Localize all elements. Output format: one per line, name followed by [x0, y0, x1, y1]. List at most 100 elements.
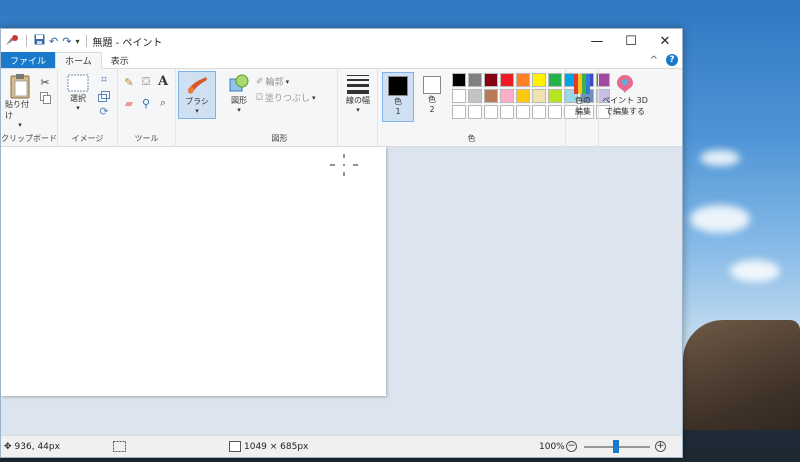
paste-button[interactable]: 貼り付け ▾ [5, 73, 35, 129]
edit-colors-label-2: 編集 [575, 107, 591, 116]
zoom-out-button[interactable]: − [566, 441, 577, 452]
palette-swatch[interactable] [532, 73, 546, 87]
save-icon[interactable] [34, 34, 45, 48]
brush-button[interactable]: ブラシ ▾ [178, 71, 216, 119]
color2-button[interactable]: 色 2 [416, 72, 448, 124]
outline-dropdown-icon: ▾ [285, 77, 290, 86]
tab-view[interactable]: 表示 [102, 52, 138, 68]
customize-qat-icon[interactable]: ▾ [75, 37, 79, 46]
edit-colors-button[interactable]: 色の 編集 [566, 69, 599, 147]
shapes-dropdown-icon: ▾ [237, 106, 241, 114]
separator [26, 35, 27, 47]
custom-color-slot[interactable] [468, 105, 482, 119]
palette-swatch[interactable] [468, 73, 482, 87]
separator [86, 35, 88, 47]
text-tool-icon[interactable]: A [156, 74, 170, 89]
group-label-colors: 色 [467, 134, 476, 143]
group-shapes: 図形 ▾ ✐ 輪郭 ▾ ⛋ 塗りつぶし ▾ 図形 [222, 69, 338, 147]
color-picker-icon[interactable]: ⚲ [139, 96, 153, 110]
shapes-label: 図形 [231, 96, 247, 105]
window-title: 無題 - ペイント [92, 37, 163, 49]
tab-file[interactable]: ファイル [1, 52, 56, 68]
palette-swatch[interactable] [516, 89, 530, 103]
paste-dropdown-icon: ▾ [18, 121, 22, 129]
size-label: 線の幅 [346, 96, 370, 105]
fill-bucket-icon[interactable]: ⛋ [139, 75, 153, 89]
paint3d-button[interactable]: ペイント 3D で編集する [599, 69, 649, 147]
custom-color-slot[interactable] [484, 105, 498, 119]
magnifier-icon[interactable]: ⌕ [156, 96, 170, 110]
zoom-level: 100% [539, 441, 565, 452]
outline-button[interactable]: ✐ 輪郭 ▾ [256, 75, 290, 89]
maximize-button[interactable]: ☐ [614, 29, 648, 53]
ribbon-right-controls: ^ ? [650, 54, 678, 66]
group-label-tools: ツール [134, 134, 159, 143]
pencil-icon[interactable]: ✎ [122, 75, 136, 89]
paint-app-icon[interactable] [5, 34, 19, 49]
drawing-canvas[interactable] [1, 147, 386, 396]
group-image: 選択 ▾ ⌗ ⟳ イメージ [58, 69, 118, 147]
brush-label: ブラシ [185, 97, 209, 106]
close-button[interactable]: ✕ [648, 29, 682, 53]
paint-window: ↶ ↷ ▾ 無題 - ペイント — ☐ ✕ ファイル ホーム 表示 ^ ? 貼り… [0, 28, 683, 458]
status-bar: ✥ 936, 44px 1049 × 685px 100% − + [1, 435, 682, 457]
canvas-size-icon [229, 441, 241, 452]
ribbon: 貼り付け ▾ ✂ クリップボード 選択 ▾ ⌗ ⟳ イメージ ✎ ⛋ A ▰ ⚲… [1, 69, 682, 147]
palette-swatch[interactable] [484, 89, 498, 103]
outline-icon: ✐ [256, 76, 264, 87]
selection-size [113, 441, 126, 452]
palette-swatch[interactable] [452, 73, 466, 87]
custom-color-slot[interactable] [516, 105, 530, 119]
palette-swatch[interactable] [548, 73, 562, 87]
minimize-button[interactable]: — [580, 29, 614, 53]
redo-icon[interactable]: ↷ [62, 35, 71, 48]
undo-icon[interactable]: ↶ [49, 35, 58, 48]
resize-icon[interactable] [97, 89, 111, 103]
fill-icon: ⛋ [256, 92, 263, 103]
color1-swatch [388, 76, 408, 96]
group-label-shapes: 図形 [271, 134, 288, 143]
palette-swatch[interactable] [516, 73, 530, 87]
custom-color-slot[interactable] [532, 105, 546, 119]
paint3d-label-1: ペイント 3D [602, 96, 648, 105]
eraser-icon[interactable]: ▰ [122, 96, 136, 110]
size-button[interactable]: 線の幅 ▾ [338, 69, 378, 147]
custom-color-slot[interactable] [548, 105, 562, 119]
shapes-button[interactable]: 図形 ▾ [225, 73, 253, 114]
rotate-icon[interactable]: ⟳ [97, 104, 111, 118]
copy-icon[interactable] [38, 91, 52, 105]
canvas-size: 1049 × 685px [229, 441, 308, 452]
paste-label: 貼り付け [5, 100, 29, 120]
palette-swatch[interactable] [500, 89, 514, 103]
group-colors: 色 1 色 2 色 [378, 69, 610, 147]
zoom-slider-thumb[interactable] [613, 440, 619, 453]
paint3d-label-2: で編集する [605, 107, 645, 116]
window-controls: — ☐ ✕ [580, 29, 682, 53]
fill-button[interactable]: ⛋ 塗りつぶし ▾ [256, 91, 315, 105]
clipboard-icon [10, 74, 30, 99]
custom-color-slot[interactable] [500, 105, 514, 119]
canvas-size-value: 1049 × 685px [244, 441, 309, 452]
palette-swatch[interactable] [500, 73, 514, 87]
title-bar: ↶ ↷ ▾ 無題 - ペイント — ☐ ✕ [1, 29, 682, 53]
outline-label: 輪郭 [265, 78, 284, 88]
zoom-in-button[interactable]: + [655, 441, 666, 452]
help-icon[interactable]: ? [666, 54, 678, 66]
group-tools: ✎ ⛋ A ▰ ⚲ ⌕ ツール [118, 69, 176, 147]
tab-home[interactable]: ホーム [55, 52, 102, 69]
palette-swatch[interactable] [532, 89, 546, 103]
palette-swatch[interactable] [468, 89, 482, 103]
collapse-ribbon-icon[interactable]: ^ [650, 55, 658, 66]
color1-label: 色 [394, 97, 402, 106]
edit-colors-icon [574, 74, 590, 94]
brush-dropdown-icon: ▾ [195, 107, 199, 115]
crop-icon[interactable]: ⌗ [97, 73, 111, 87]
cut-icon[interactable]: ✂ [38, 75, 52, 89]
select-button[interactable]: 選択 ▾ [63, 73, 93, 112]
custom-color-slot[interactable] [452, 105, 466, 119]
brush-icon [188, 77, 207, 94]
palette-swatch[interactable] [452, 89, 466, 103]
palette-swatch[interactable] [548, 89, 562, 103]
color1-button[interactable]: 色 1 [382, 72, 414, 122]
palette-swatch[interactable] [484, 73, 498, 87]
